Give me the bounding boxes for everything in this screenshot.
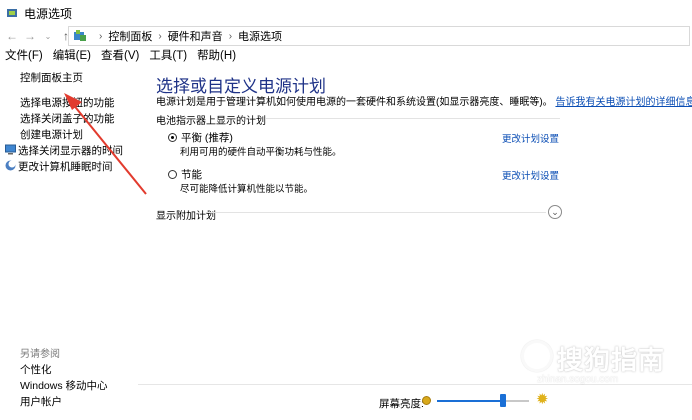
- address-bar[interactable]: › 控制面板 › 硬件和声音 › 电源选项: [68, 26, 690, 46]
- menu-file[interactable]: 文件(F): [5, 47, 43, 63]
- sleep-moon-icon: [5, 160, 16, 171]
- section-divider: [266, 118, 560, 119]
- radio-selected-icon[interactable]: [168, 133, 177, 142]
- plan-name: 节能: [181, 169, 202, 181]
- change-plan-settings-link[interactable]: 更改计划设置: [502, 168, 559, 182]
- title-bar: 电源选项: [0, 0, 692, 26]
- sidebar-item-sleep[interactable]: 更改计算机睡眠时间: [5, 159, 113, 174]
- plan-name: 平衡 (推荐): [181, 132, 233, 144]
- sidebar-item-power-button[interactable]: 选择电源按钮的功能: [20, 95, 115, 110]
- breadcrumb-separator-icon: ›: [228, 30, 233, 42]
- watermark-url: zhinan.sogou.com: [537, 374, 619, 385]
- plan-description: 尽可能降低计算机性能以节能。: [180, 184, 314, 195]
- forward-icon[interactable]: →: [22, 28, 38, 44]
- plan-power-saver-radio[interactable]: 节能: [168, 167, 202, 182]
- navigation-bar: ← → ⌄ ↑ › 控制面板 › 硬件和声音 › 电源选项: [0, 26, 692, 46]
- sidebar-item-label: 选择关闭显示器的时间: [18, 145, 123, 157]
- brightness-slider-fill: [437, 400, 503, 402]
- plan-info-link[interactable]: 告诉我有关电源计划的详细信息: [555, 97, 692, 108]
- sidebar-item-label: 更改计算机睡眠时间: [18, 161, 113, 173]
- sidebar-item-lid[interactable]: 选择关闭盖子的功能: [20, 111, 115, 126]
- expand-chevron-icon[interactable]: ⌄: [548, 205, 562, 219]
- watermark-circle-icon: [521, 340, 553, 372]
- see-also-label: 另请参阅: [20, 349, 60, 360]
- plan-description: 利用可用的硬件自动平衡功耗与性能。: [180, 147, 342, 158]
- show-additional-plans-label[interactable]: 显示附加计划: [156, 207, 216, 222]
- sidebar-item-control-panel-home[interactable]: 控制面板主页: [20, 70, 83, 85]
- brightness-label: 屏幕亮度:: [379, 398, 424, 410]
- back-icon[interactable]: ←: [4, 28, 20, 44]
- section-divider: [206, 212, 546, 213]
- sidebar-item-display-off[interactable]: 选择关闭显示器的时间: [5, 143, 123, 158]
- menu-view[interactable]: 查看(V): [101, 47, 139, 63]
- menu-edit[interactable]: 编辑(E): [53, 47, 91, 63]
- sidebar-item-mobility-center[interactable]: Windows 移动中心: [20, 378, 108, 393]
- breadcrumb-power-options[interactable]: 电源选项: [238, 28, 282, 44]
- brightness-low-icon: [422, 396, 431, 405]
- display-icon: [5, 144, 16, 155]
- change-plan-settings-link[interactable]: 更改计划设置: [502, 131, 559, 145]
- menu-help[interactable]: 帮助(H): [197, 47, 236, 63]
- plan-balanced-radio[interactable]: 平衡 (推荐): [168, 130, 233, 145]
- menu-tools[interactable]: 工具(T): [149, 47, 187, 63]
- menu-bar: 文件(F) 编辑(E) 查看(V) 工具(T) 帮助(H): [0, 46, 692, 64]
- sidebar-item-user-accounts[interactable]: 用户帐户: [20, 394, 62, 409]
- radio-unselected-icon[interactable]: [168, 170, 177, 179]
- power-options-icon: [7, 9, 17, 17]
- watermark-text: 搜狗指南: [557, 345, 666, 375]
- sidebar-item-create-plan[interactable]: 创建电源计划: [20, 127, 83, 142]
- page-description: 电源计划是用于管理计算机如何使用电源的一套硬件和系统设置(如显示器亮度、睡眠等)…: [156, 93, 692, 108]
- battery-plans-section-label: 电池指示器上显示的计划: [156, 116, 266, 127]
- control-panel-icon: [74, 30, 86, 41]
- recent-dropdown-icon[interactable]: ⌄: [40, 28, 56, 44]
- breadcrumb-control-panel[interactable]: 控制面板: [108, 28, 152, 44]
- window-title: 电源选项: [24, 6, 73, 21]
- breadcrumb-separator-icon: ›: [99, 30, 103, 42]
- brightness-slider-thumb[interactable]: [500, 394, 506, 407]
- sidebar-item-personalization[interactable]: 个性化: [20, 362, 52, 377]
- breadcrumb-separator-icon: ›: [158, 30, 162, 42]
- breadcrumb-hardware-sound[interactable]: 硬件和声音: [168, 28, 223, 44]
- left-nav-pane: 控制面板主页 选择电源按钮的功能 选择关闭盖子的功能 创建电源计划 选择关闭显示…: [0, 64, 138, 420]
- description-text: 电源计划是用于管理计算机如何使用电源的一套硬件和系统设置(如显示器亮度、睡眠等)…: [156, 97, 553, 108]
- watermark-logo: 搜狗指南 zhinan.sogou.com: [517, 336, 687, 396]
